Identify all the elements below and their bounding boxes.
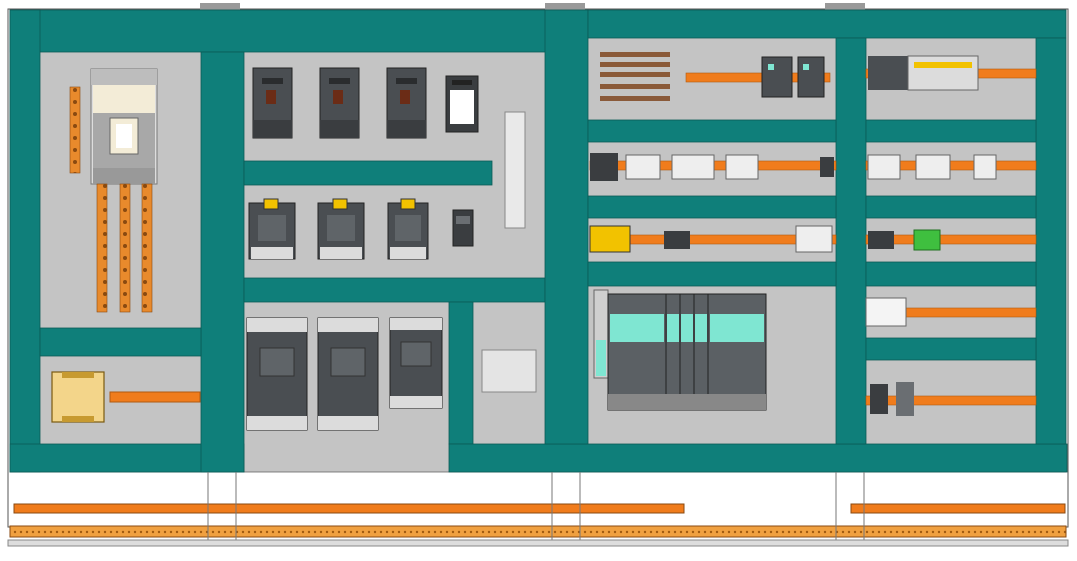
plc-rack	[593, 289, 767, 411]
main-breaker	[90, 68, 158, 185]
panel-layout-drawing	[0, 0, 1077, 561]
